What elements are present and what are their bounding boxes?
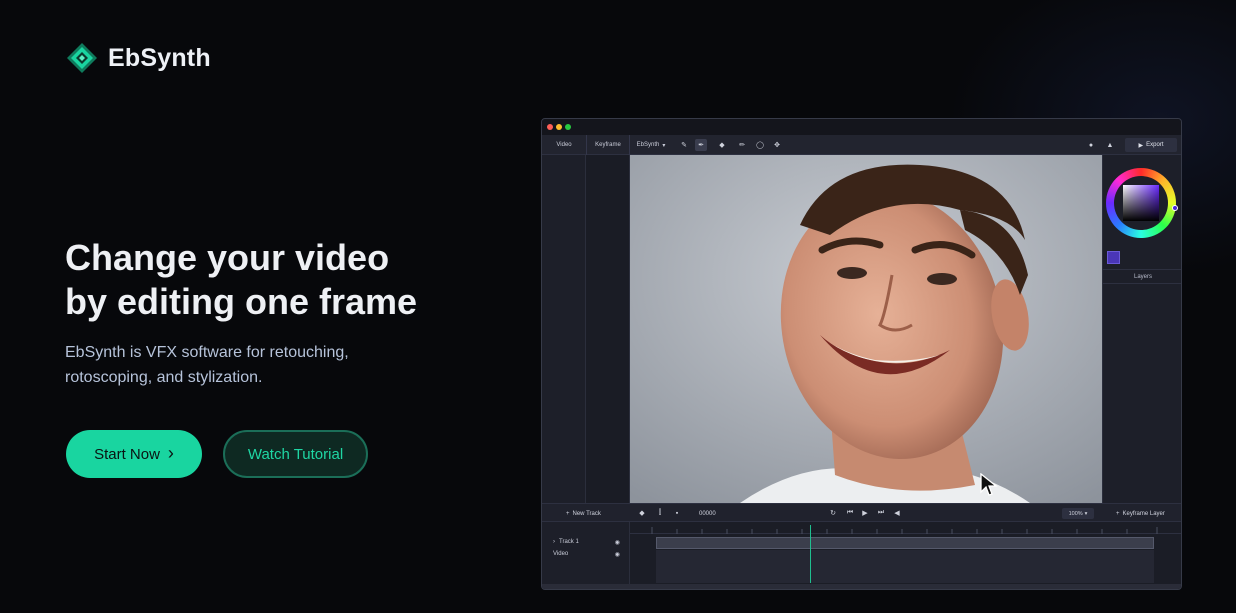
hero-title-line1: Change your video	[65, 237, 390, 278]
mode-select-value: EbSynth	[636, 142, 660, 148]
track-label: Track 1	[559, 539, 579, 545]
mode-select[interactable]: EbSynth ▾	[634, 135, 668, 155]
app-window-preview: Video Keyframe EbSynth ▾ ✎ ✒ ◆ ✏ ◯ ✥ ● ▲…	[541, 118, 1182, 590]
export-label: Export	[1146, 142, 1164, 148]
timeline-ruler[interactable]	[630, 522, 1181, 534]
layers-header: Layers	[1103, 269, 1181, 284]
timeline-scrollbar[interactable]	[542, 584, 1181, 589]
ruler-ticks	[651, 527, 1158, 534]
start-now-label: Start Now	[94, 445, 160, 463]
zoom-value: 100%	[1068, 510, 1083, 517]
eraser-icon[interactable]: ◆	[716, 139, 728, 151]
hero-subtitle-line2: rotoscoping, and stylization.	[65, 369, 263, 386]
track-clip[interactable]	[656, 537, 1154, 549]
chevron-down-icon: ▾	[662, 142, 666, 149]
minimize-window-icon[interactable]	[556, 124, 562, 130]
playback-bar: + New Track ◆ ⫿ ▪ 00000 ↻ ⏮ ▶ ⏭ ◀ 100% ▾…	[542, 503, 1181, 522]
plus-icon: +	[1116, 510, 1120, 517]
current-color-swatch[interactable]	[1107, 251, 1120, 264]
eye-icon[interactable]: ◉	[615, 551, 620, 558]
toolbar-divider	[629, 135, 630, 155]
mouse-cursor-icon	[980, 473, 998, 496]
zoom-select[interactable]: 100% ▾	[1062, 508, 1094, 519]
expand-icon[interactable]: ›	[553, 539, 555, 545]
watch-tutorial-button[interactable]: Watch Tutorial	[223, 430, 368, 478]
plus-icon: +	[566, 510, 570, 517]
export-button[interactable]: ▶ Export	[1125, 138, 1177, 152]
app-toolbar: Video Keyframe EbSynth ▾ ✎ ✒ ◆ ✏ ◯ ✥ ● ▲…	[542, 135, 1181, 155]
landing-page: EbSynth Change your video by editing one…	[0, 0, 1236, 613]
delete-icon[interactable]: ▪	[672, 508, 682, 518]
hero-title: Change your video by editing one frame	[65, 236, 485, 324]
ebsynth-logo-icon	[67, 43, 97, 73]
tab-keyframe[interactable]: Keyframe	[587, 135, 629, 155]
track-row[interactable]: Video ◉	[542, 548, 630, 560]
close-window-icon[interactable]	[547, 124, 553, 130]
hand-icon[interactable]: ✥	[771, 139, 783, 151]
new-track-label: New Track	[572, 510, 601, 517]
brand-name: EbSynth	[108, 43, 211, 72]
track-label: Video	[553, 551, 569, 557]
user-icon[interactable]: ●	[1085, 139, 1097, 151]
volume-icon[interactable]: ◀	[892, 508, 902, 518]
timeline[interactable]: › Track 1 ◉ Video ◉	[542, 522, 1181, 589]
skip-back-icon[interactable]: ⏮	[845, 508, 855, 518]
play-icon[interactable]: ▶	[860, 508, 870, 518]
track-list: › Track 1 ◉ Video ◉	[542, 522, 630, 589]
hero-title-line2: by editing one frame	[65, 281, 418, 322]
eye-icon[interactable]: ◉	[615, 539, 620, 546]
tab-video[interactable]: Video	[542, 135, 586, 155]
track-row[interactable]: › Track 1 ◉	[542, 536, 630, 548]
lasso-icon[interactable]: ◯	[754, 139, 766, 151]
loop-icon[interactable]: ↻	[828, 508, 838, 518]
logo[interactable]: EbSynth	[66, 42, 211, 74]
pencil-icon[interactable]: ✏	[736, 139, 748, 151]
saturation-picker[interactable]	[1123, 185, 1159, 221]
keyframe-panel	[586, 155, 630, 503]
hero-subtitle: EbSynth is VFX software for retouching, …	[65, 340, 405, 390]
chevron-right-icon: ›	[167, 443, 174, 463]
hue-knob[interactable]	[1172, 205, 1178, 211]
color-panel: Layers	[1102, 155, 1181, 503]
video-frame-image	[630, 155, 1102, 503]
video-track-area[interactable]	[656, 550, 1154, 583]
keyframe-layer-button[interactable]: + Keyframe Layer	[1116, 504, 1165, 523]
window-titlebar	[542, 119, 1181, 135]
bell-icon[interactable]: ▲	[1104, 139, 1116, 151]
pen-icon[interactable]: ✒	[695, 139, 707, 151]
playhead[interactable]	[810, 525, 811, 583]
brush-icon[interactable]: ✎	[678, 139, 690, 151]
split-icon[interactable]: ⫿	[655, 508, 665, 518]
frame-viewport[interactable]	[630, 155, 1102, 503]
keyframe-layer-label: Keyframe Layer	[1122, 510, 1165, 517]
color-wheel[interactable]	[1106, 168, 1178, 238]
hero-subtitle-line1: EbSynth is VFX software for retouching,	[65, 344, 349, 361]
start-now-button[interactable]: Start Now ›	[66, 430, 202, 478]
video-panel	[542, 155, 586, 503]
chevron-down-icon: ▾	[1084, 510, 1088, 517]
frame-counter: 00000	[699, 510, 716, 517]
keyframe-icon[interactable]: ◆	[637, 508, 647, 518]
maximize-window-icon[interactable]	[565, 124, 571, 130]
new-track-button[interactable]: + New Track	[566, 504, 601, 523]
play-icon: ▶	[1138, 142, 1144, 149]
skip-forward-icon[interactable]: ⏭	[876, 508, 886, 518]
